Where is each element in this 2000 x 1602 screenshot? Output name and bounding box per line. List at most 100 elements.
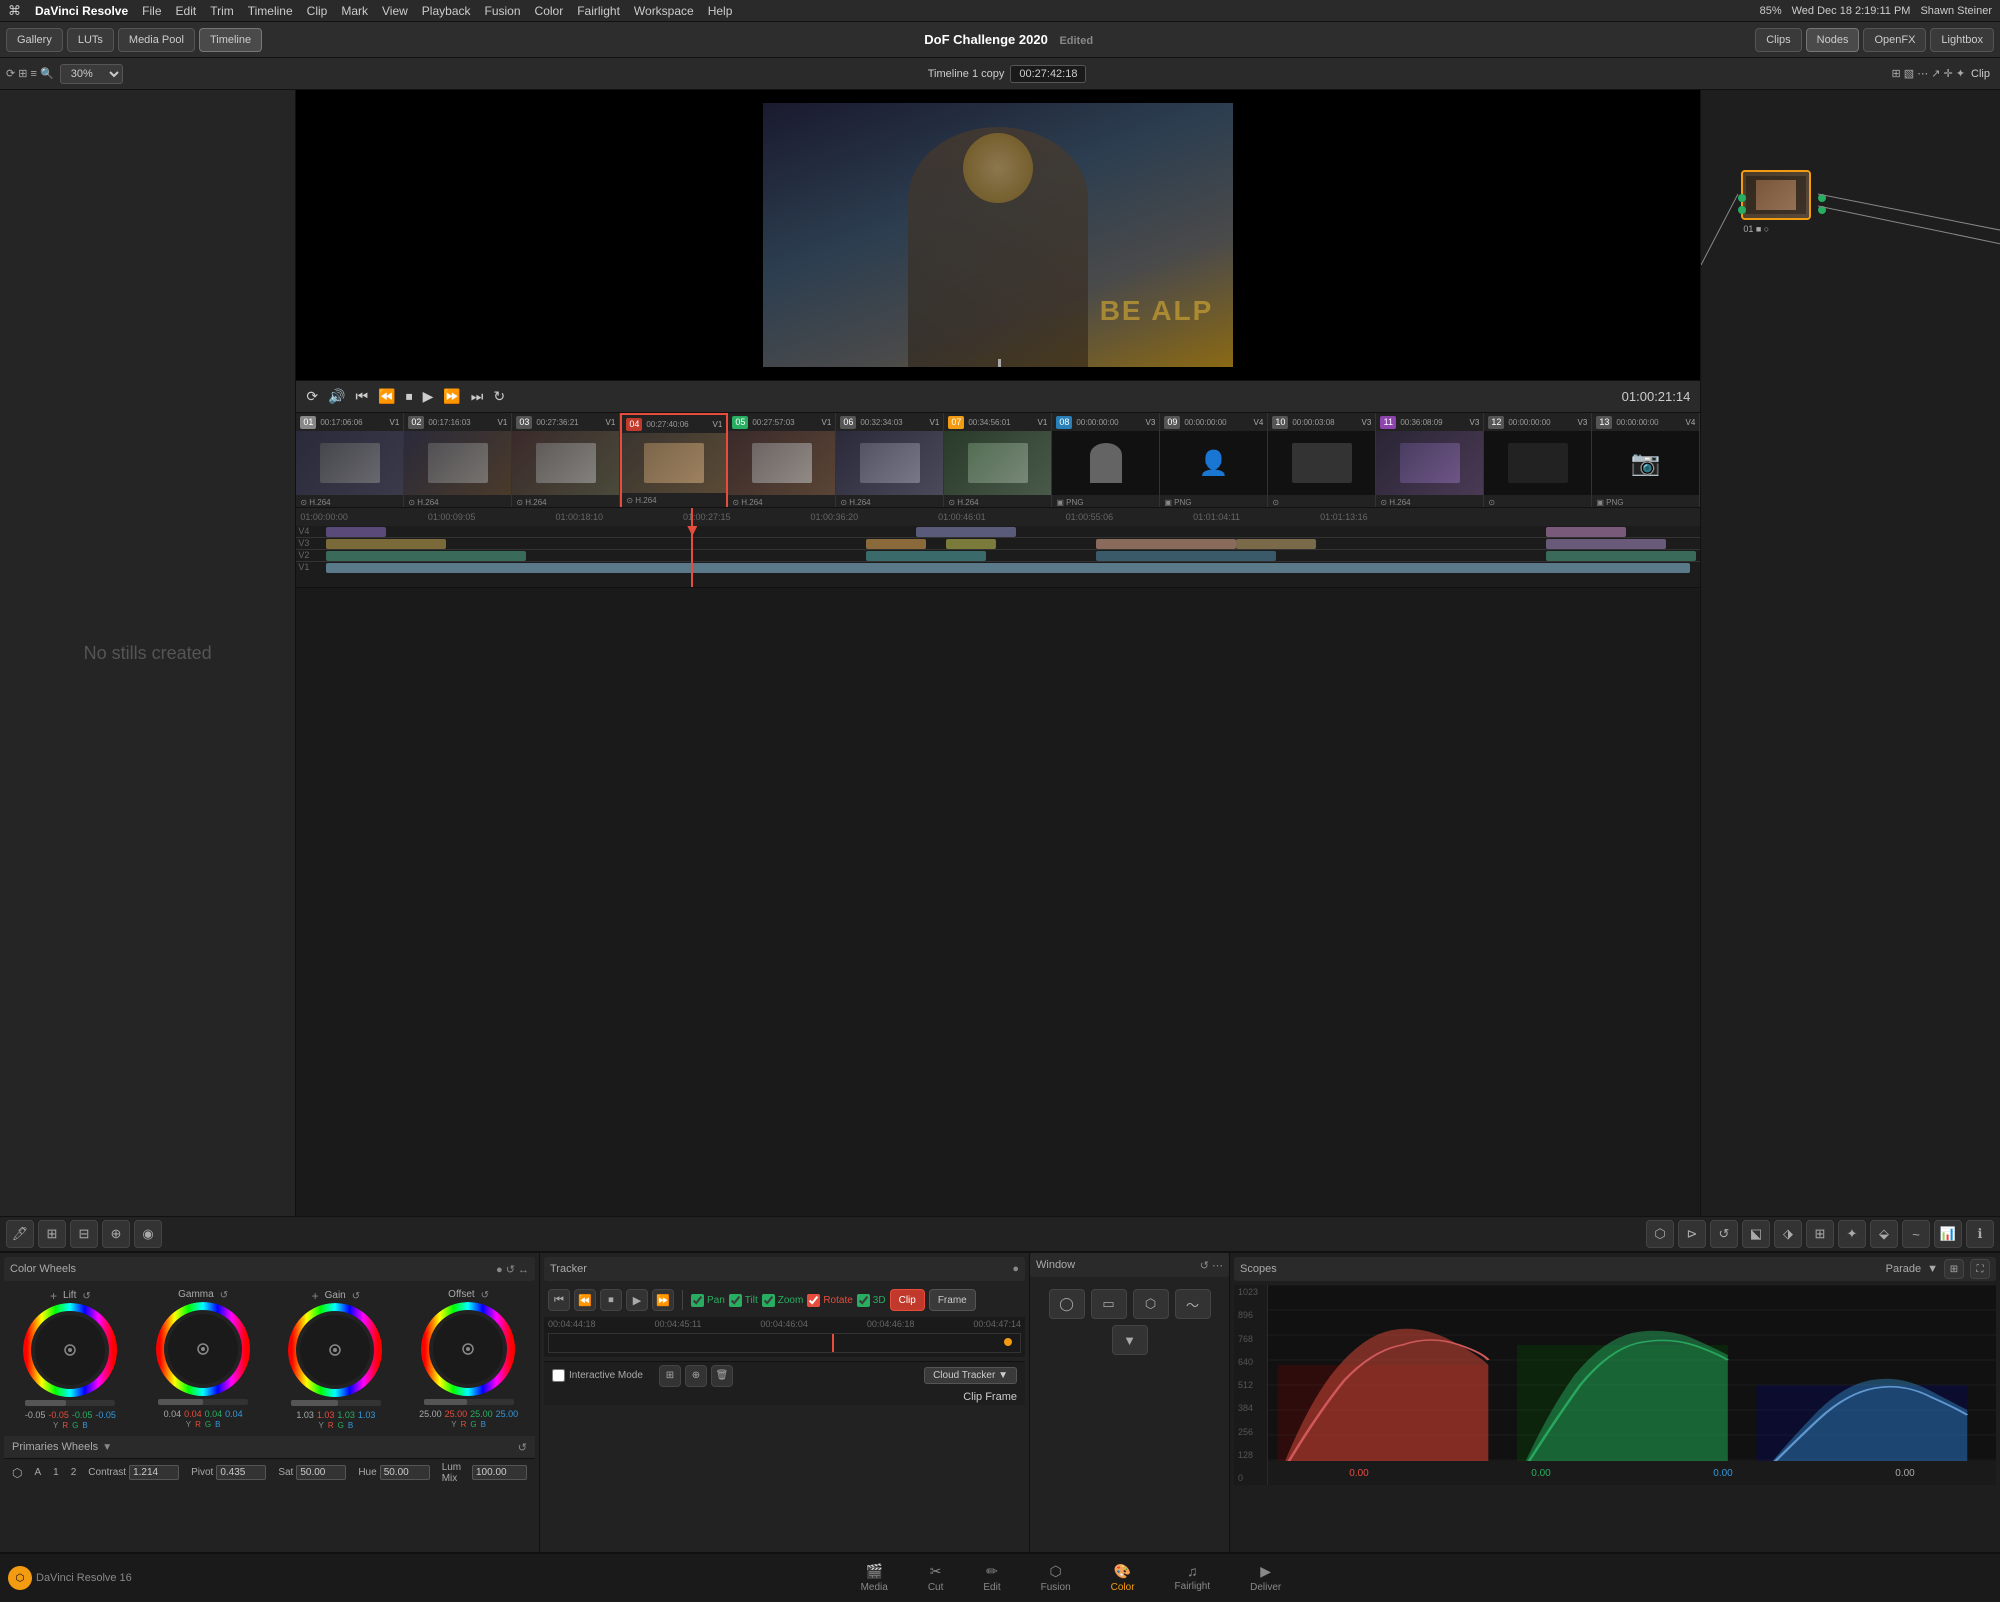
loop-icon[interactable]: ⟳ [306, 388, 318, 405]
nav-fairlight[interactable]: ♫ Fairlight [1155, 1563, 1231, 1593]
3d-lut-btn[interactable]: ⬙ [1870, 1220, 1898, 1248]
window-gradient-btn[interactable]: ▼ [1112, 1325, 1148, 1355]
menu-workspace[interactable]: Workspace [634, 4, 694, 18]
window-poly-btn[interactable]: ⬡ [1133, 1289, 1169, 1319]
menu-fairlight[interactable]: Fairlight [577, 4, 620, 18]
nodes-button[interactable]: Nodes [1806, 28, 1860, 52]
magic-mask-btn[interactable]: ⬗ [1774, 1220, 1802, 1248]
tracker-forward[interactable]: ⏩ [652, 1289, 674, 1311]
info-btn[interactable]: ℹ [1966, 1220, 1994, 1248]
tracker-marker-btn[interactable]: ⊳ [1678, 1220, 1706, 1248]
pan-checkbox[interactable]: Pan [691, 1294, 725, 1307]
clip-item[interactable]: 06 00:32:34:03 V1 ⊙ H.264 [836, 413, 944, 508]
menu-color[interactable]: Color [535, 4, 564, 18]
timecode-box[interactable]: 00:27:42:18 [1010, 65, 1086, 83]
menu-view[interactable]: View [382, 4, 408, 18]
clip-item[interactable]: 08 00:00:00:00 V3 ▣ PNG [1052, 413, 1160, 508]
nav-deliver[interactable]: ▶ Deliver [1230, 1563, 1301, 1593]
play-icon[interactable]: ▶ [423, 388, 434, 405]
menu-help[interactable]: Help [708, 4, 733, 18]
group-post-clip-btn[interactable]: ⊟ [70, 1220, 98, 1248]
hue-input[interactable] [380, 1465, 430, 1480]
clip-item[interactable]: 07 00:34:56:01 V1 ⊙ H.264 [944, 413, 1052, 508]
window-circle-btn[interactable]: ◯ [1049, 1289, 1085, 1319]
clip-item-selected[interactable]: 04 00:27:40:06 V1 ⊙ H.264 [620, 413, 728, 508]
window-rect-btn[interactable]: ▭ [1091, 1289, 1127, 1319]
color-wand-btn[interactable]: 🖊 [6, 1220, 34, 1248]
scopes-type[interactable]: Parade [1886, 1263, 1921, 1275]
scopes-fullscreen-btn[interactable]: ⛶ [1970, 1259, 1990, 1279]
primaries-dropdown-icon[interactable]: ▼ [102, 1442, 112, 1453]
primaries-reset-btn[interactable]: ↺ [518, 1441, 527, 1454]
scopes-dropdown-icon[interactable]: ▼ [1927, 1263, 1938, 1275]
clip-item[interactable]: 01 00:17:06:06 V1 ⊙ H.264 [296, 413, 404, 508]
nav-edit[interactable]: ✏ Edit [963, 1563, 1020, 1593]
clip-btn[interactable]: Clip [890, 1289, 925, 1311]
replay-icon[interactable]: ↻ [493, 388, 505, 405]
contrast-input[interactable] [129, 1465, 179, 1480]
zoom-checkbox[interactable]: Zoom [762, 1294, 804, 1307]
window-curve-btn[interactable]: 〜 [1175, 1289, 1211, 1319]
zoom-select[interactable]: 30% 50% 100% [60, 64, 123, 84]
interactive-mode-checkbox[interactable] [552, 1369, 565, 1382]
clips-button[interactable]: Clips [1755, 28, 1801, 52]
paste-grade-btn[interactable]: ◉ [134, 1220, 162, 1248]
gamma-wheel[interactable] [156, 1302, 251, 1397]
clip-item[interactable]: 03 00:27:36:21 V1 ⊙ H.264 [512, 413, 620, 508]
copy-frame-btn[interactable]: ⊞ [659, 1365, 681, 1387]
rotate-checkbox[interactable]: Rotate [807, 1294, 852, 1307]
menu-mark[interactable]: Mark [341, 4, 368, 18]
mode-1-btn[interactable]: 1 [53, 1467, 59, 1478]
nav-cut[interactable]: ✂ Cut [908, 1563, 964, 1593]
mode-2-btn[interactable]: 2 [71, 1467, 77, 1478]
clip-item[interactable]: 13 00:00:00:00 V4 📷 ▣ PNG [1592, 413, 1700, 508]
lift-wheel[interactable] [23, 1303, 118, 1398]
clip-item[interactable]: 09 00:00:00:00 V4 👤 ▣ PNG [1160, 413, 1268, 508]
tracker-stop[interactable]: ⏹ [600, 1289, 622, 1311]
next-frame-icon[interactable]: ⏩ [443, 388, 460, 405]
menu-timeline[interactable]: Timeline [248, 4, 293, 18]
menu-file[interactable]: File [142, 4, 161, 18]
stop-icon[interactable]: ⏹ [406, 388, 413, 405]
pivot-input[interactable] [216, 1465, 266, 1480]
clip-item[interactable]: 12 00:00:00:00 V3 ⊙ [1484, 413, 1592, 508]
clip-item[interactable]: 02 00:17:16:03 V1 ⊙ H.264 [404, 413, 512, 508]
gallery-button[interactable]: Gallery [6, 28, 63, 52]
lightbox-button[interactable]: Lightbox [1930, 28, 1994, 52]
menu-trim[interactable]: Trim [210, 4, 234, 18]
volume-icon[interactable]: 🔊 [328, 388, 345, 405]
tracker-play[interactable]: ▶ [626, 1289, 648, 1311]
timeline-button[interactable]: Timeline [199, 28, 262, 52]
openfx-button[interactable]: OpenFX [1863, 28, 1926, 52]
motion-blur-btn[interactable]: ⬕ [1742, 1220, 1770, 1248]
cloud-tracker-button[interactable]: Cloud Tracker ▼ [924, 1367, 1017, 1384]
menu-clip[interactable]: Clip [307, 4, 328, 18]
skip-back-icon[interactable]: ⏮ [356, 388, 369, 405]
sat-input[interactable] [296, 1465, 346, 1480]
primaries-wheels-label[interactable]: Primaries Wheels [12, 1441, 98, 1453]
tracker-prev[interactable]: ⏪ [574, 1289, 596, 1311]
prev-frame-icon[interactable]: ⏪ [378, 388, 395, 405]
nav-media[interactable]: 🎬 Media [841, 1563, 908, 1593]
frame-btn[interactable]: Frame [929, 1289, 976, 1311]
menu-edit[interactable]: Edit [176, 4, 197, 18]
menu-playback[interactable]: Playback [422, 4, 471, 18]
tracker-skip-back[interactable]: ⏮ [548, 1289, 570, 1311]
offset-wheel[interactable] [421, 1302, 516, 1397]
clip-item[interactable]: 10 00:00:03:08 V3 ⊙ [1268, 413, 1376, 508]
3d-checkbox[interactable]: 3D [857, 1294, 886, 1307]
hsl-curves-btn[interactable]: ~ [1902, 1220, 1930, 1248]
clip-item[interactable]: 05 00:27:57:03 V1 ⊙ H.264 [728, 413, 836, 508]
skip-forward-icon[interactable]: ⏭ [471, 388, 484, 405]
noise-reduction-btn[interactable]: ↺ [1710, 1220, 1738, 1248]
gain-wheel[interactable] [288, 1303, 383, 1398]
copy-grade-btn[interactable]: ⊕ [102, 1220, 130, 1248]
clip-item[interactable]: 11 00:36:08:09 V3 ⊙ H.264 [1376, 413, 1484, 508]
mode-btn[interactable]: ⬡ [12, 1466, 22, 1480]
scopes-settings-btn[interactable]: ⊞ [1944, 1259, 1964, 1279]
tilt-checkbox[interactable]: Tilt [729, 1294, 758, 1307]
scopes-type-btn[interactable]: 📊 [1934, 1220, 1962, 1248]
group-pre-clip-btn[interactable]: ⊞ [38, 1220, 66, 1248]
delete-frame-btn[interactable]: 🗑 [711, 1365, 733, 1387]
raw-btn[interactable]: ✦ [1838, 1220, 1866, 1248]
